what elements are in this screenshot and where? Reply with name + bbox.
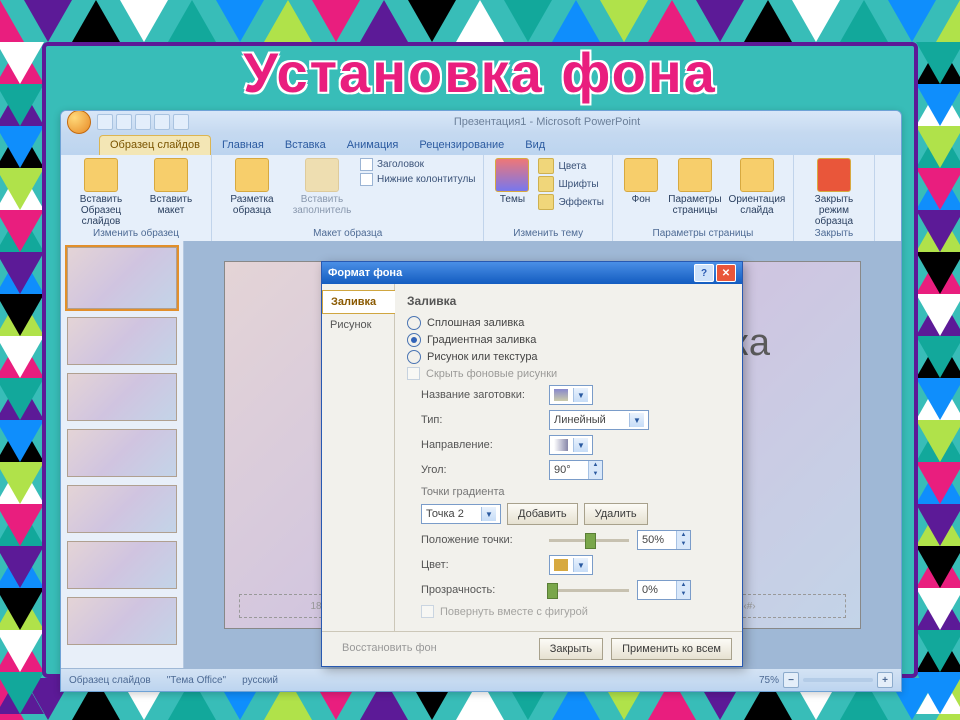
tab-view[interactable]: Вид <box>515 136 555 155</box>
effects-button[interactable]: Эффекты <box>538 194 603 210</box>
dialog-titlebar[interactable]: Формат фона ? ✕ <box>322 262 742 284</box>
reset-background-button[interactable]: Восстановить фон <box>332 638 447 658</box>
group-label: Параметры страницы <box>621 227 785 239</box>
tab-slide-master[interactable]: Образец слайдов <box>99 135 211 155</box>
add-stop-button[interactable]: Добавить <box>507 503 578 525</box>
insert-placeholder-button: Вставить заполнитель <box>290 158 354 216</box>
label-direction: Направление: <box>421 439 541 451</box>
dialog-nav: Заливка Рисунок <box>322 284 395 631</box>
background-button[interactable]: Фон <box>621 158 661 205</box>
dialog-title: Формат фона <box>328 267 402 279</box>
qat-button[interactable] <box>154 114 170 130</box>
label-gradient-stops: Точки градиента <box>421 486 730 498</box>
apply-all-button[interactable]: Применить ко всем <box>611 638 732 660</box>
color-picker[interactable]: ▼ <box>549 555 593 575</box>
ribbon-tabs: Образец слайдов Главная Вставка Анимация… <box>61 133 901 155</box>
thumbnail[interactable] <box>67 429 177 477</box>
insert-slide-master-button[interactable]: Вставить Образец слайдов <box>69 158 133 227</box>
checkbox-hide-graphics: Скрыть фоновые рисунки <box>407 367 730 380</box>
position-slider[interactable] <box>549 539 629 542</box>
presentation-slide: Установка фона Презентация1 - Microsoft … <box>0 0 960 720</box>
powerpoint-window: Презентация1 - Microsoft PowerPoint Обра… <box>60 110 902 692</box>
slide-thumbnails[interactable]: 1 <box>61 241 184 669</box>
qat-save-icon[interactable] <box>97 114 113 130</box>
thumbnail[interactable]: 1 <box>67 247 177 309</box>
thumbnail[interactable] <box>67 373 177 421</box>
group-label: Макет образца <box>220 227 475 239</box>
page-setup-button[interactable]: Параметры страницы <box>667 158 723 216</box>
thumbnail[interactable] <box>67 485 177 533</box>
qat-button[interactable] <box>173 114 189 130</box>
title-checkbox[interactable]: Заголовок <box>360 158 475 171</box>
group-label: Изменить образец <box>69 227 203 239</box>
status-view: Образец слайдов <box>69 675 151 686</box>
close-button[interactable]: Закрыть <box>539 638 603 660</box>
nav-fill[interactable]: Заливка <box>322 290 395 314</box>
titlebar: Презентация1 - Microsoft PowerPoint <box>61 111 901 133</box>
colors-button[interactable]: Цвета <box>538 158 603 174</box>
slide-orientation-button[interactable]: Ориентация слайда <box>729 158 785 216</box>
thumbnail[interactable] <box>67 597 177 645</box>
zoom-value: 75% <box>759 675 779 686</box>
delete-stop-button[interactable]: Удалить <box>584 503 648 525</box>
angle-spinner[interactable]: 90°▲▼ <box>549 460 603 480</box>
section-heading: Заливка <box>407 294 730 308</box>
tab-insert[interactable]: Вставка <box>275 136 336 155</box>
zoom-out-button[interactable]: − <box>783 672 799 688</box>
status-bar: Образец слайдов "Тема Office" русский 75… <box>61 668 901 691</box>
thumbnail[interactable] <box>67 541 177 589</box>
label-preset: Название заготовки: <box>421 389 541 401</box>
insert-layout-button[interactable]: Вставить макет <box>139 158 203 216</box>
transparency-spinner[interactable]: 0%▲▼ <box>637 580 691 600</box>
tab-home[interactable]: Главная <box>212 136 274 155</box>
transparency-slider[interactable] <box>549 589 629 592</box>
footers-checkbox[interactable]: Нижние колонтитулы <box>360 173 475 186</box>
help-icon[interactable]: ? <box>694 264 714 282</box>
preset-dropdown[interactable]: ▼ <box>549 385 593 405</box>
format-background-dialog: Формат фона ? ✕ Заливка Рисунок Заливка … <box>321 261 743 667</box>
ribbon: Вставить Образец слайдов Вставить макет … <box>61 155 901 242</box>
status-language: русский <box>242 675 278 686</box>
master-layout-button[interactable]: Разметка образца <box>220 158 284 216</box>
radio-solid-fill[interactable]: Сплошная заливка <box>407 316 730 330</box>
stop-dropdown[interactable]: Точка 2▼ <box>421 504 501 524</box>
nav-picture[interactable]: Рисунок <box>322 314 394 336</box>
qat-redo-icon[interactable] <box>135 114 151 130</box>
label-type: Тип: <box>421 414 541 426</box>
fonts-button[interactable]: Шрифты <box>538 176 603 192</box>
office-button[interactable] <box>67 110 91 134</box>
zoom-in-button[interactable]: + <box>877 672 893 688</box>
position-spinner[interactable]: 50%▲▼ <box>637 530 691 550</box>
zoom-controls: 75% − + <box>759 672 893 688</box>
group-label: Закрыть <box>802 227 866 239</box>
radio-picture-fill[interactable]: Рисунок или текстура <box>407 350 730 364</box>
label-stop-position: Положение точки: <box>421 534 541 546</box>
qat-undo-icon[interactable] <box>116 114 132 130</box>
status-theme: "Тема Office" <box>167 675 226 686</box>
dialog-content: Заливка Сплошная заливка Градиентная зал… <box>395 284 742 631</box>
window-title: Презентация1 - Microsoft PowerPoint <box>199 116 895 128</box>
direction-dropdown[interactable]: ▼ <box>549 435 593 455</box>
page-title: Установка фона <box>0 40 960 105</box>
type-dropdown[interactable]: Линейный▼ <box>549 410 649 430</box>
label-angle: Угол: <box>421 464 541 476</box>
close-master-view-button[interactable]: Закрыть режим образца <box>802 158 866 227</box>
label-transparency: Прозрачность: <box>421 584 541 596</box>
close-icon[interactable]: ✕ <box>716 264 736 282</box>
label-color: Цвет: <box>421 559 541 571</box>
group-label: Изменить тему <box>492 227 603 239</box>
radio-gradient-fill[interactable]: Градиентная заливка <box>407 333 730 347</box>
tab-animations[interactable]: Анимация <box>337 136 409 155</box>
thumbnail[interactable] <box>67 317 177 365</box>
tab-review[interactable]: Рецензирование <box>409 136 514 155</box>
quick-access-toolbar <box>97 114 189 130</box>
zoom-slider[interactable] <box>803 678 873 682</box>
checkbox-rotate-with-shape: Повернуть вместе с фигурой <box>421 605 730 618</box>
themes-button[interactable]: Темы <box>492 158 532 205</box>
